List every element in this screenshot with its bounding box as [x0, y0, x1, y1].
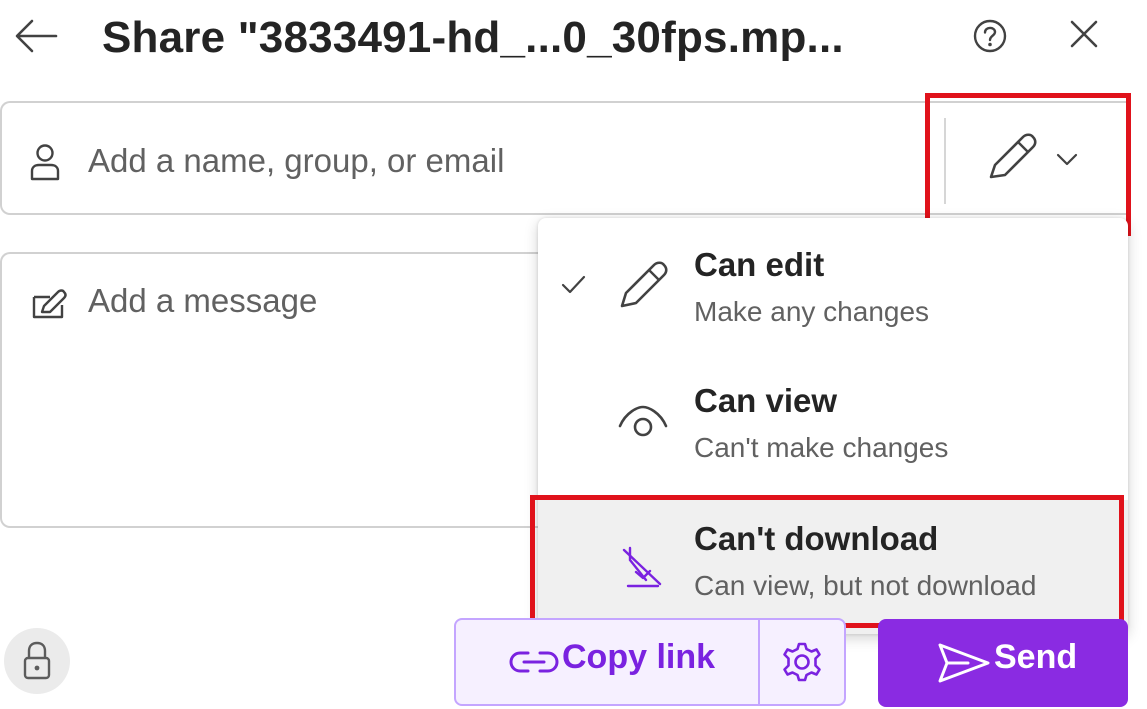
dialog-title: Share "3833491-hd_...0_30fps.mp... — [102, 13, 844, 62]
menu-item-title: Can view — [694, 382, 838, 419]
copy-link-label: Copy link — [562, 638, 716, 676]
compose-icon — [28, 287, 68, 323]
permission-dropdown-button[interactable] — [948, 104, 1124, 212]
pencil-icon — [620, 261, 668, 308]
check-icon — [561, 275, 586, 294]
menu-item-subtitle: Can't make changes — [694, 432, 949, 463]
menu-item-subtitle: Can view, but not download — [694, 570, 1037, 601]
help-button[interactable] — [968, 14, 1012, 58]
menu-item-title: Can edit — [694, 246, 825, 283]
person-icon — [28, 143, 62, 181]
gear-icon — [783, 642, 821, 682]
send-label: Send — [994, 638, 1078, 676]
pencil-icon — [989, 133, 1037, 179]
link-icon — [509, 651, 559, 673]
send-icon — [938, 643, 990, 683]
menu-item-can-edit[interactable]: Can edit Make any changes — [538, 218, 1128, 352]
back-button[interactable] — [14, 18, 58, 54]
lock-button[interactable] — [4, 628, 70, 694]
recipient-input[interactable] — [88, 134, 908, 188]
menu-item-subtitle: Make any changes — [694, 296, 930, 327]
permission-menu: Can edit Make any changes Can view Can't… — [538, 218, 1128, 634]
chevron-down-icon — [1056, 153, 1078, 166]
no-download-icon — [622, 546, 662, 588]
close-button[interactable] — [1060, 12, 1108, 56]
menu-item-can-view[interactable]: Can view Can't make changes — [538, 358, 1128, 492]
arrow-left-icon — [15, 19, 58, 53]
lock-icon — [23, 641, 51, 680]
menu-item-cant-download[interactable]: Can't download Can view, but not downloa… — [538, 500, 1128, 634]
link-settings-button[interactable] — [760, 620, 844, 704]
eye-icon — [618, 405, 668, 437]
divider — [944, 118, 946, 204]
menu-item-title: Can't download — [694, 520, 939, 557]
close-icon — [1070, 20, 1098, 48]
message-input[interactable] — [88, 276, 528, 338]
question-circle-icon — [973, 19, 1007, 53]
